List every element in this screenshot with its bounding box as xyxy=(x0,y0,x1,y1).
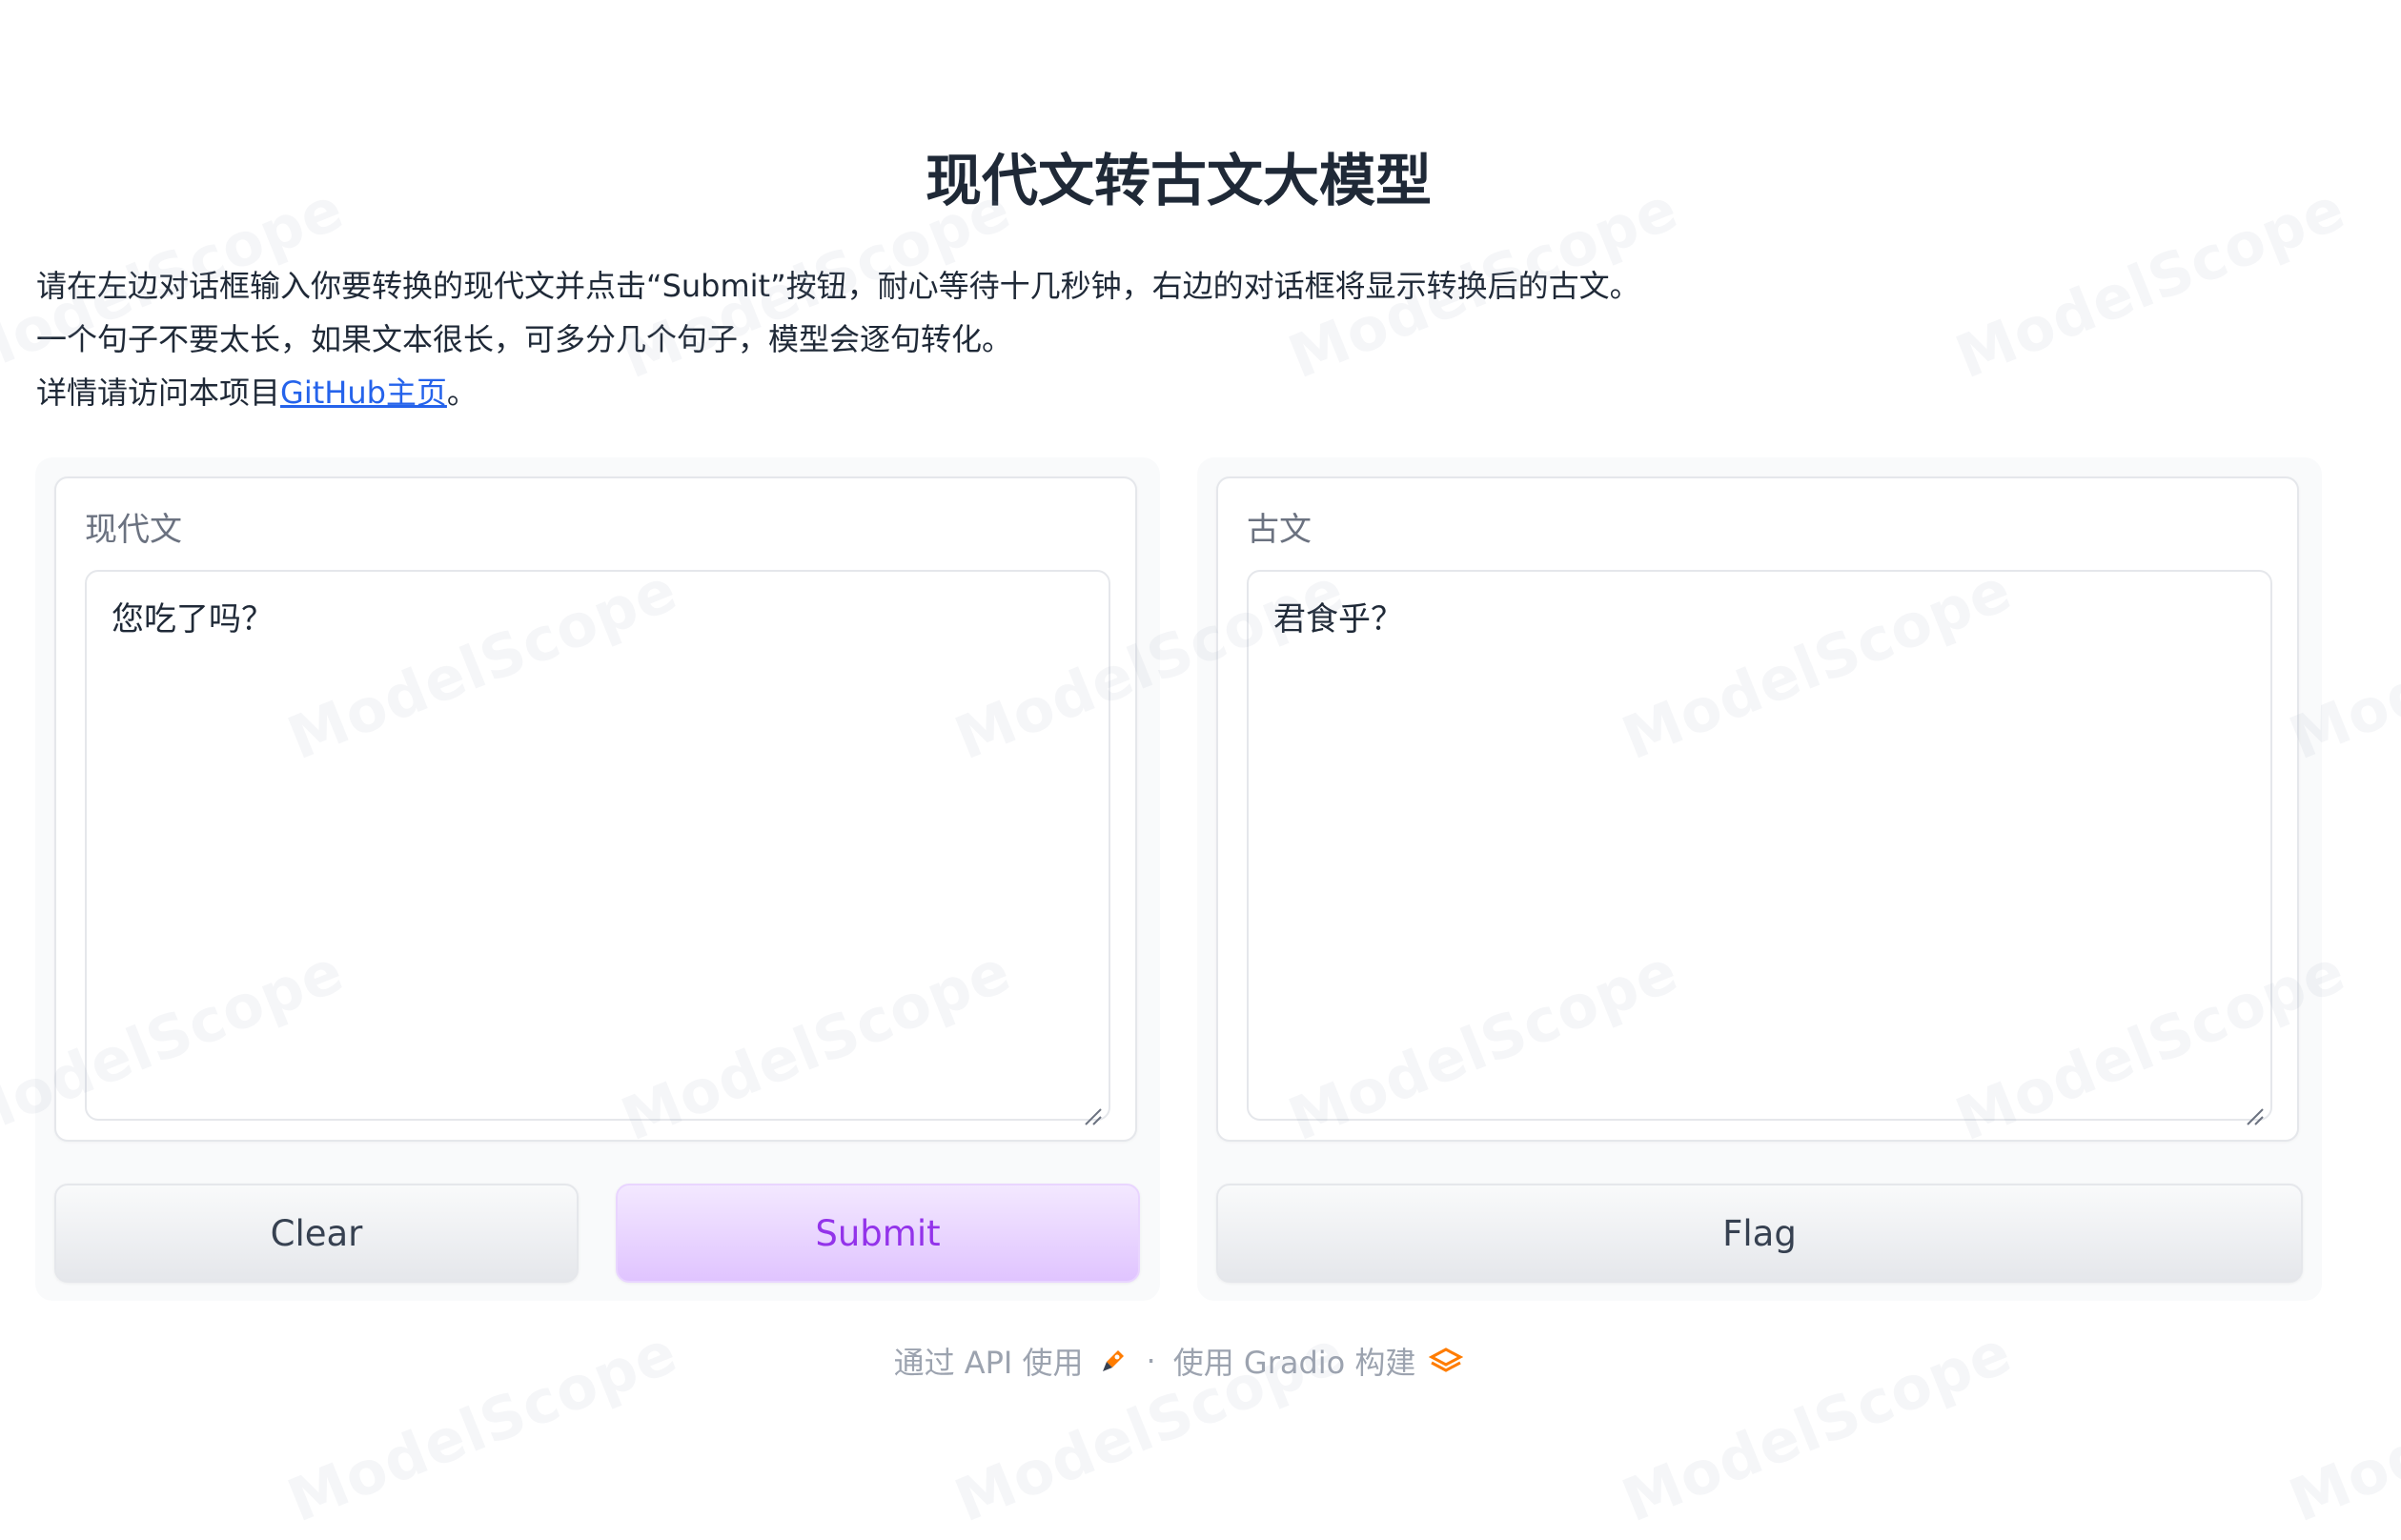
modern-text-input[interactable]: 您吃了吗？ xyxy=(85,570,1110,1121)
use-via-api-text: 通过 API 使用 xyxy=(893,1345,1084,1381)
input-column: 现代文 您吃了吗？ Clear Submit xyxy=(35,457,1160,1301)
gradio-logo-icon xyxy=(1429,1348,1464,1372)
output-block: 古文 君食乎？ xyxy=(1216,476,2299,1142)
input-block: 现代文 您吃了吗？ xyxy=(54,476,1137,1142)
description-line-2: 一个句子不要太长，如果文本很长，可多分几个句子，模型会逐句转化。 xyxy=(36,321,1013,357)
input-label: 现代文 xyxy=(85,511,182,549)
page-title: 现代文转古文大模型 xyxy=(925,148,1432,213)
clear-button[interactable]: Clear xyxy=(54,1184,579,1283)
description-line-3: 详情请访问本项目GitHub主页。 xyxy=(36,366,1640,419)
footer: 通过 API 使用 · 使用 Gradio 构建 xyxy=(0,1339,2357,1383)
description-line-1: 请在左边对话框输入你要转换的现代文并点击“Submit”按钮，耐心等待十几秒钟，… xyxy=(36,268,1640,304)
classical-text-output[interactable]: 君食乎？ xyxy=(1247,570,2272,1121)
textarea-resize-handle-icon[interactable] xyxy=(1082,1105,1103,1126)
description: 请在左边对话框输入你要转换的现代文并点击“Submit”按钮，耐心等待十几秒钟，… xyxy=(36,259,1640,419)
built-with-gradio-text: 使用 Gradio 构建 xyxy=(1172,1345,1416,1381)
output-column: 古文 君食乎？ Flag xyxy=(1197,457,2322,1301)
submit-button[interactable]: Submit xyxy=(616,1184,1140,1283)
textarea-resize-handle-icon[interactable] xyxy=(2244,1105,2265,1126)
description-line-3-prefix: 详情请访问本项目 xyxy=(36,375,281,411)
rocket-icon xyxy=(1102,1350,1124,1371)
output-label: 古文 xyxy=(1247,511,1312,549)
app-page: 现代文转古文大模型 请在左边对话框输入你要转换的现代文并点击“Submit”按钮… xyxy=(0,0,2401,1540)
description-line-3-suffix: 。 xyxy=(446,375,478,411)
built-with-gradio-link[interactable]: 使用 Gradio 构建 xyxy=(1173,1339,1464,1383)
flag-button[interactable]: Flag xyxy=(1216,1184,2303,1283)
github-link[interactable]: GitHub主页 xyxy=(280,375,447,411)
use-via-api-link[interactable]: 通过 API 使用 xyxy=(894,1339,1129,1383)
footer-separator: · xyxy=(1146,1343,1156,1379)
